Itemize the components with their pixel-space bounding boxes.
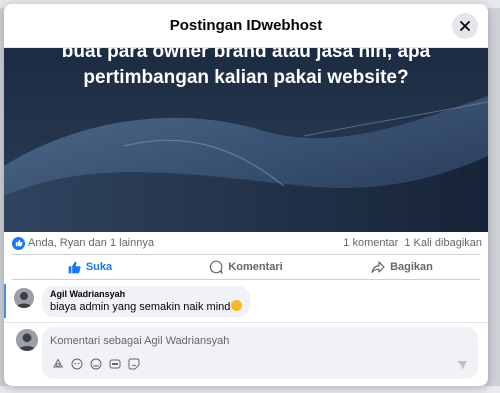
like-reaction-icon	[12, 236, 25, 250]
composer-avatar[interactable]	[16, 329, 38, 351]
comment-text: biaya admin yang semakin naik mind	[50, 300, 243, 313]
page-backdrop-bottom	[0, 386, 500, 393]
comment-bubble: Agil Wadriansyah biaya admin yang semaki…	[42, 286, 251, 317]
comment-author[interactable]: Agil Wadriansyah	[50, 289, 242, 299]
comment-body: biaya admin yang semakin naik mind	[50, 301, 231, 313]
sticker-icon	[53, 358, 63, 368]
comment-item: Agil Wadriansyah biaya admin yang semaki…	[4, 284, 488, 318]
close-icon	[460, 21, 470, 31]
post-dialog: buat para owner brand atau jasa nih, apa…	[4, 4, 488, 386]
close-button[interactable]	[452, 13, 478, 39]
dialog-title: Postingan IDwebhost	[169, 17, 323, 34]
emoji-icon	[90, 358, 102, 370]
reactions-summary[interactable]: Anda, Ryan dan 1 lainnya	[28, 237, 154, 249]
share-button[interactable]: Bagikan	[324, 255, 480, 279]
comment-label: Komentari	[228, 261, 283, 273]
smile-sticker-button[interactable]	[128, 358, 140, 370]
share-label: Bagikan	[390, 261, 433, 273]
share-count[interactable]: 1 Kali dibagikan	[404, 237, 482, 249]
comment-icon	[210, 260, 223, 274]
smile-sticker-icon	[128, 358, 140, 370]
avatar-icon	[71, 358, 83, 370]
reaction-stats: Anda, Ryan dan 1 lainnya 1 komentar 1 Ka…	[12, 234, 482, 252]
share-icon	[371, 261, 385, 273]
sticker-button[interactable]	[52, 358, 64, 370]
like-icon	[68, 261, 81, 273]
composer-tools	[52, 358, 140, 370]
post-actions-bar: Suka Komentari Bagikan	[12, 254, 480, 280]
avatar-sticker-button[interactable]	[71, 358, 83, 370]
gif-icon	[109, 359, 121, 369]
comment-count[interactable]: 1 komentar	[343, 237, 398, 249]
grimacing-emoji-icon	[231, 300, 243, 311]
comment-box	[42, 327, 478, 379]
comment-button[interactable]: Komentari	[168, 255, 324, 279]
caption-line-2: pertimbangan kalian pakai website?	[83, 67, 409, 88]
comment-composer	[4, 322, 488, 386]
send-icon	[457, 361, 467, 370]
comment-input[interactable]	[50, 333, 430, 349]
like-label: Suka	[85, 261, 113, 273]
emoji-button[interactable]	[90, 358, 102, 370]
post-image[interactable]: buat para owner brand atau jasa nih, apa…	[4, 36, 488, 232]
dialog-header: Postingan IDwebhost	[4, 4, 488, 48]
send-button[interactable]	[456, 358, 468, 370]
like-button[interactable]: Suka	[12, 255, 168, 279]
commenter-avatar[interactable]	[14, 288, 34, 308]
gif-button[interactable]	[109, 358, 121, 370]
